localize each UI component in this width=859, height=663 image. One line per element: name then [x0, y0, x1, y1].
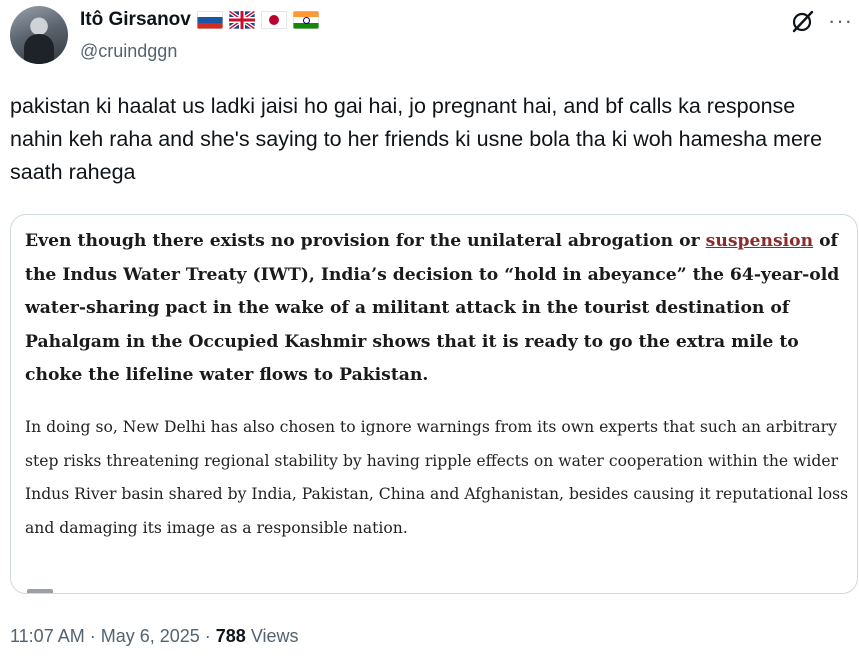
- more-icon[interactable]: ···: [828, 8, 853, 34]
- grok-icon[interactable]: [790, 8, 816, 34]
- post-image[interactable]: Even though there exists no provision fo…: [10, 214, 858, 594]
- article-regular-paragraph: In doing so, New Delhi has also chosen t…: [25, 418, 849, 537]
- article-text-after-link: of the Indus Water Treaty (IWT), India’s…: [25, 231, 840, 385]
- image-scroll-indicator: [27, 589, 53, 593]
- article-link-suspension: suspension: [705, 231, 814, 251]
- post-text: pakistan ki haalat us ladki jaisi ho gai…: [10, 94, 823, 184]
- meta-separator: ·: [84, 626, 101, 646]
- article-bold-paragraph: Even though there exists no provision fo…: [25, 225, 855, 393]
- avatar[interactable]: [10, 6, 68, 64]
- views-label: Views: [245, 626, 299, 646]
- post-date[interactable]: May 6, 2025: [101, 626, 200, 646]
- uk-flag-icon: [228, 11, 255, 29]
- meta-separator: ·: [199, 626, 216, 646]
- display-name[interactable]: Itô Girsanov: [80, 9, 191, 31]
- article-text-before-link: Even though there exists no provision fo…: [25, 231, 706, 251]
- russia-flag-icon: [196, 11, 223, 29]
- india-flag-icon: [292, 11, 319, 29]
- post-time[interactable]: 11:07 AM: [10, 626, 85, 646]
- views-count: 788: [215, 626, 246, 646]
- japan-flag-icon: [260, 11, 287, 29]
- post-meta: 11:07 AM · May 6, 2025 · 788 Views: [10, 626, 299, 647]
- author-name-row: Itô Girsanov: [80, 9, 319, 31]
- author-handle[interactable]: @cruindggn: [80, 41, 177, 62]
